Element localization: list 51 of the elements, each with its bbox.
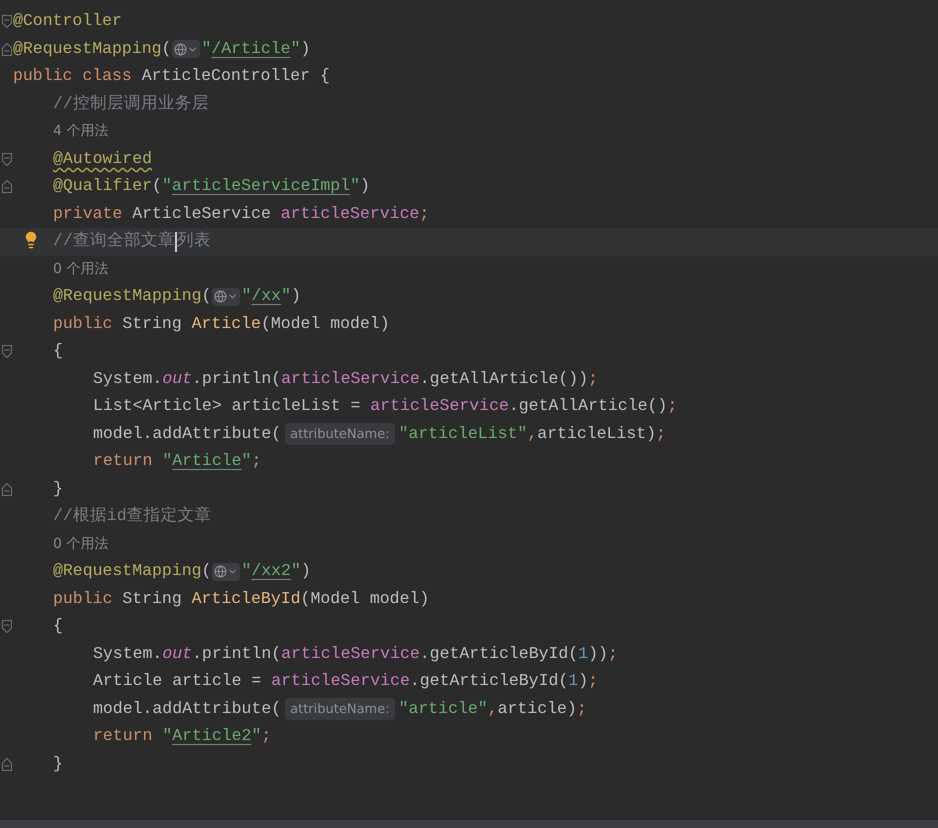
parameter-hint: attributeName: <box>285 698 395 720</box>
code-text: model.addAttribute( <box>93 698 282 720</box>
code-text: //根据id查指定文章 <box>53 505 212 528</box>
fold-icon[interactable] <box>2 180 12 194</box>
code-text: return "Article2"; <box>93 725 272 748</box>
code-text: @Controller <box>13 10 122 32</box>
globe-icon <box>174 42 188 56</box>
usages-link[interactable]: 4 个用法 <box>53 121 108 142</box>
code-text: private ArticleService articleService; <box>53 202 430 225</box>
fold-icon[interactable] <box>2 152 12 166</box>
text-caret <box>174 232 177 252</box>
code-text: @Autowired <box>53 148 152 170</box>
code-text: "articleList",articleList); <box>398 422 666 445</box>
code-text: return "Article"; <box>93 450 262 472</box>
usages-link[interactable]: 0 个用法 <box>53 258 108 280</box>
code-text: List<Article> articleList = articleService.getAllArticle(); <box>93 395 678 418</box>
code-text: System.out.println(articleService.getAllArticle()); <box>93 368 598 390</box>
fold-icon[interactable] <box>2 482 12 496</box>
globe-icon <box>214 565 228 578</box>
globe-icon <box>214 290 228 304</box>
code-text: model.addAttribute( <box>93 422 282 445</box>
code-text: public String ArticleById(Model model) <box>53 588 430 610</box>
code-text: "/xx") <box>241 285 301 308</box>
url-actions-inlay[interactable] <box>212 562 240 581</box>
code-text: "/Article") <box>201 38 310 60</box>
code-text: @RequestMapping( <box>53 560 212 582</box>
code-text: @RequestMapping( <box>13 38 172 60</box>
code-text: @Qualifier("articleServiceImpl") <box>53 175 370 198</box>
code-text: { <box>53 615 63 638</box>
usages-link[interactable]: 0 个用法 <box>53 534 108 555</box>
fold-icon[interactable] <box>2 15 12 28</box>
code-text: 列表 <box>176 230 211 252</box>
fold-icon[interactable] <box>2 620 12 634</box>
url-actions-inlay[interactable] <box>172 40 200 58</box>
code-text: public class ArticleController { <box>13 65 330 88</box>
url-actions-inlay[interactable] <box>212 288 240 306</box>
fold-icon[interactable] <box>2 345 12 358</box>
code-text: @RequestMapping( <box>53 285 212 308</box>
code-text: Article article = articleService.getArticleById(1); <box>93 670 598 692</box>
parameter-hint: attributeName: <box>285 423 395 446</box>
code-text: public String Article(Model model) <box>53 312 390 335</box>
code-text: //查询全部文章 <box>53 230 175 252</box>
code-text: "article",article); <box>398 698 587 720</box>
code-text: } <box>53 478 63 500</box>
code-text: //控制层调用业务层 <box>53 92 209 115</box>
code-text: "/xx2") <box>241 560 311 582</box>
code-text: { <box>53 340 63 362</box>
fold-icon[interactable] <box>2 42 12 56</box>
code-text: System.out.println(articleService.getArticleById(1)); <box>93 642 618 665</box>
fold-icon[interactable] <box>2 758 12 771</box>
code-text: } <box>53 752 63 775</box>
